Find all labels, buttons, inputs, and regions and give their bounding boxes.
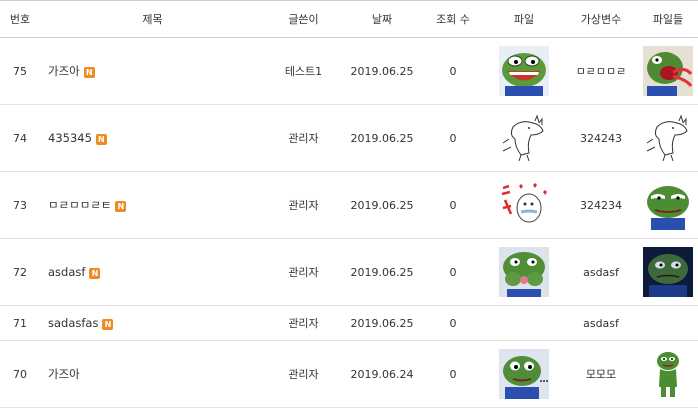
moomin-hearts-icon[interactable] <box>499 180 549 230</box>
post-views: 0 <box>422 104 484 172</box>
file-cell <box>484 238 564 306</box>
file-cell <box>484 305 564 341</box>
post-subject-cell: 가즈아 N <box>40 37 265 105</box>
file-cell <box>484 340 564 408</box>
files-cell <box>638 340 698 408</box>
post-date: 2019.06.24 <box>342 340 422 408</box>
pepe-laughing-icon[interactable] <box>499 46 549 96</box>
post-number: 70 <box>0 340 40 408</box>
post-date: 2019.06.25 <box>342 305 422 341</box>
custom-var-value: 324243 <box>564 104 638 172</box>
post-writer[interactable]: 테스트1 <box>265 37 342 105</box>
files-cell <box>638 37 698 105</box>
custom-var-value: asdasf <box>564 305 638 341</box>
board-table: 번호 제목 글쓴이 날짜 조회 수 파일 가상변수 파일들 75 가즈아 N 테스… <box>0 0 698 408</box>
post-number: 75 <box>0 37 40 105</box>
moomin-sketch-icon[interactable] <box>643 113 693 163</box>
custom-var-value: ㅁㄹㅁㅁㄹ <box>564 37 638 105</box>
table-row[interactable]: 70 가즈아 관리자 2019.06.24 0 모모모 <box>0 340 698 408</box>
post-number: 73 <box>0 171 40 239</box>
col-header-files: 파일들 <box>638 0 698 38</box>
post-subject-cell: 가즈아 <box>40 340 265 408</box>
file-cell <box>484 104 564 172</box>
post-date: 2019.06.25 <box>342 104 422 172</box>
files-cell <box>638 305 698 341</box>
table-row[interactable]: 75 가즈아 N 테스트1 2019.06.25 0 ㅁㄹㅁㅁㄹ <box>0 37 698 105</box>
files-cell <box>638 238 698 306</box>
post-subject-cell: asdasf N <box>40 238 265 306</box>
post-title-link[interactable]: 가즈아 <box>48 64 80 78</box>
post-views: 0 <box>422 37 484 105</box>
table-row[interactable]: 71 sadasfas N 관리자 2019.06.25 0 asdasf <box>0 305 698 341</box>
post-date: 2019.06.25 <box>342 238 422 306</box>
post-views: 0 <box>422 340 484 408</box>
post-number: 71 <box>0 305 40 341</box>
post-title-link[interactable]: ㅁㄹㅁㅁㄹㅌ <box>48 198 111 212</box>
file-cell <box>484 37 564 105</box>
pepe-standing-icon[interactable] <box>643 349 693 399</box>
custom-var-value: 324234 <box>564 171 638 239</box>
col-header-var: 가상변수 <box>564 0 638 38</box>
post-date: 2019.06.25 <box>342 37 422 105</box>
new-badge: N <box>83 66 95 78</box>
post-views: 0 <box>422 171 484 239</box>
post-date: 2019.06.25 <box>342 171 422 239</box>
post-subject-cell: 435345 N <box>40 104 265 172</box>
post-title-link[interactable]: sadasfas <box>48 316 98 330</box>
new-badge: N <box>102 318 114 330</box>
col-header-subject[interactable]: 제목 <box>40 0 265 38</box>
pepe-screaming-icon[interactable] <box>643 46 693 96</box>
post-number: 72 <box>0 238 40 306</box>
post-views: 0 <box>422 305 484 341</box>
post-subject-cell: sadasfas N <box>40 305 265 341</box>
col-header-views[interactable]: 조회 수 <box>422 0 484 38</box>
files-cell <box>638 171 698 239</box>
table-row[interactable]: 74 435345 N 관리자 2019.06.25 0 324243 <box>0 104 698 172</box>
table-header-row: 번호 제목 글쓴이 날짜 조회 수 파일 가상변수 파일들 <box>0 0 698 38</box>
post-subject-cell: ㅁㄹㅁㅁㄹㅌ N <box>40 171 265 239</box>
table-row[interactable]: 73 ㅁㄹㅁㅁㄹㅌ N 관리자 2019.06.25 0 324234 <box>0 171 698 239</box>
new-badge: N <box>89 267 101 279</box>
pepe-dark-icon[interactable] <box>643 247 693 297</box>
pepe-sweating-icon[interactable] <box>499 349 549 399</box>
post-title-link[interactable]: asdasf <box>48 265 85 279</box>
post-number: 74 <box>0 104 40 172</box>
file-cell <box>484 171 564 239</box>
col-header-date[interactable]: 날짜 <box>342 0 422 38</box>
col-header-file: 파일 <box>484 0 564 38</box>
post-title-link[interactable]: 가즈아 <box>48 367 80 381</box>
post-views: 0 <box>422 238 484 306</box>
pepe-smug-icon[interactable] <box>643 180 693 230</box>
post-writer[interactable]: 관리자 <box>265 171 342 239</box>
custom-var-value: asdasf <box>564 238 638 306</box>
post-writer[interactable]: 관리자 <box>265 340 342 408</box>
files-cell <box>638 104 698 172</box>
new-badge: N <box>95 133 107 145</box>
custom-var-value: 모모모 <box>564 340 638 408</box>
pepe-hands-face-icon[interactable] <box>499 247 549 297</box>
post-title-link[interactable]: 435345 <box>48 131 92 145</box>
col-header-writer[interactable]: 글쓴이 <box>265 0 342 38</box>
new-badge: N <box>115 200 127 212</box>
post-writer[interactable]: 관리자 <box>265 305 342 341</box>
post-writer[interactable]: 관리자 <box>265 104 342 172</box>
col-header-no[interactable]: 번호 <box>0 0 40 38</box>
moomin-sketch-icon[interactable] <box>499 113 549 163</box>
table-row[interactable]: 72 asdasf N 관리자 2019.06.25 0 asdasf <box>0 238 698 306</box>
post-writer[interactable]: 관리자 <box>265 238 342 306</box>
